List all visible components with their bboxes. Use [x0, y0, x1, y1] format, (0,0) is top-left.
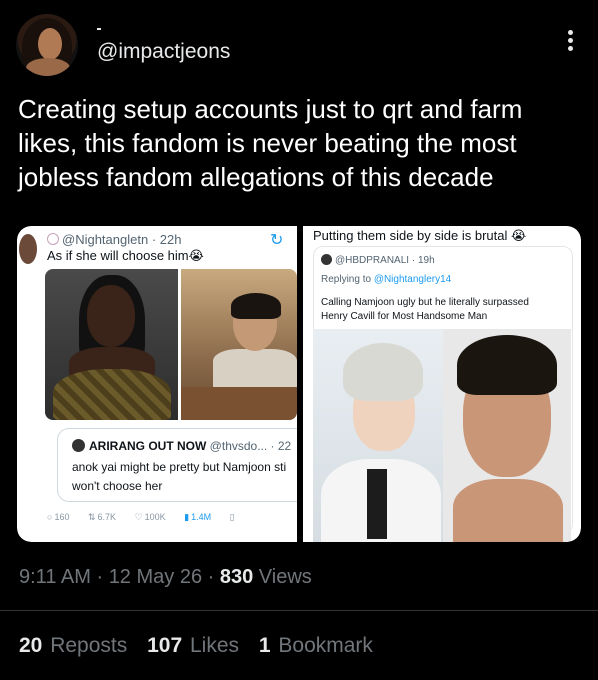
repost-stat: ⇅ 6.7K [87, 512, 117, 522]
like-stat: ♡ 100K [134, 512, 166, 522]
photo-man-desk [181, 269, 297, 420]
bookmark-icon: ▯ [229, 512, 235, 522]
right-avatar [321, 254, 332, 265]
quote-avatar [72, 439, 85, 452]
views-count: 830 [219, 566, 254, 588]
photo-left-face [313, 329, 443, 542]
embedded-stats: ○ 160 ⇅ 6.7K ♡ 100K ▮ 1.4M ▯ [47, 512, 251, 523]
sync-icon: ↻ [270, 232, 284, 249]
right-user: @HBDPRANALI · 19h [335, 255, 435, 266]
photo-woman [45, 269, 178, 420]
likes-link[interactable]: 107 Likes [147, 634, 239, 657]
media-image-left[interactable]: @Nightangletn · 22h ↻ As if she will cho… [17, 226, 297, 542]
tweet-header: @impactjeons [16, 14, 588, 78]
views-label: Views [258, 566, 312, 588]
embedded-avatar [19, 234, 37, 264]
photo-right-face [443, 329, 571, 542]
tweet-text: Creating setup accounts just to qrt and … [18, 94, 523, 192]
embedded-user-line: @Nightangletn · 22h [47, 232, 181, 247]
embedded-user: @Nightangletn [62, 232, 149, 247]
tweet-media[interactable]: @Nightangletn · 22h ↻ As if she will cho… [17, 226, 581, 542]
right-caption: Putting them side by side is brutal 😭 [313, 228, 527, 243]
reposts-link[interactable]: 20 Reposts [19, 634, 127, 657]
quote-name: ARIRANG OUT NOW [89, 439, 207, 453]
more-options-icon[interactable] [568, 30, 574, 52]
quote-text-1: anok yai might be pretty but Namjoon sti [72, 460, 287, 474]
right-text-1: Calling Namjoon ugly but he literally su… [321, 297, 529, 308]
tweet-meta: 9:11 AM · 12 May 26 · 830 Views [19, 566, 312, 588]
embedded-time: · 22h [151, 232, 182, 247]
right-text: Calling Namjoon ugly but he literally su… [321, 296, 529, 324]
embedded-quote: ARIRANG OUT NOW @thvsdo... · 22 anok yai… [57, 428, 297, 502]
views-stat: ▮ 1.4M [184, 512, 212, 522]
post-time: 9:11 AM [19, 566, 91, 588]
quote-text-2: won't choose her [72, 479, 163, 493]
quote-author-line: ARIRANG OUT NOW @thvsdo... · 22 [72, 439, 291, 453]
display-name-mark [97, 28, 101, 30]
embedded-user-icon [47, 233, 59, 245]
reply-stat: ○ 160 [47, 512, 70, 522]
post-date: 12 May 26 [108, 566, 203, 588]
author-handle[interactable]: @impactjeons [97, 40, 230, 64]
divider [0, 610, 598, 611]
media-image-right[interactable]: Putting them side by side is brutal 😭 @H… [303, 226, 581, 542]
replying-to: Replying to @Nightanglery14 [321, 274, 452, 285]
author-avatar[interactable] [16, 14, 78, 76]
right-user-line: @HBDPRANALI · 19h [321, 254, 435, 266]
right-text-2: Henry Cavill for Most Handsome Man [321, 311, 488, 322]
quote-handle: @thvsdo... · 22 [209, 439, 292, 453]
engagement-counts: 20 Reposts 107 Likes 1 Bookmark [19, 634, 387, 658]
bookmarks-link[interactable]: 1 Bookmark [259, 634, 373, 657]
embedded-caption: As if she will choose him😭 [47, 248, 204, 263]
